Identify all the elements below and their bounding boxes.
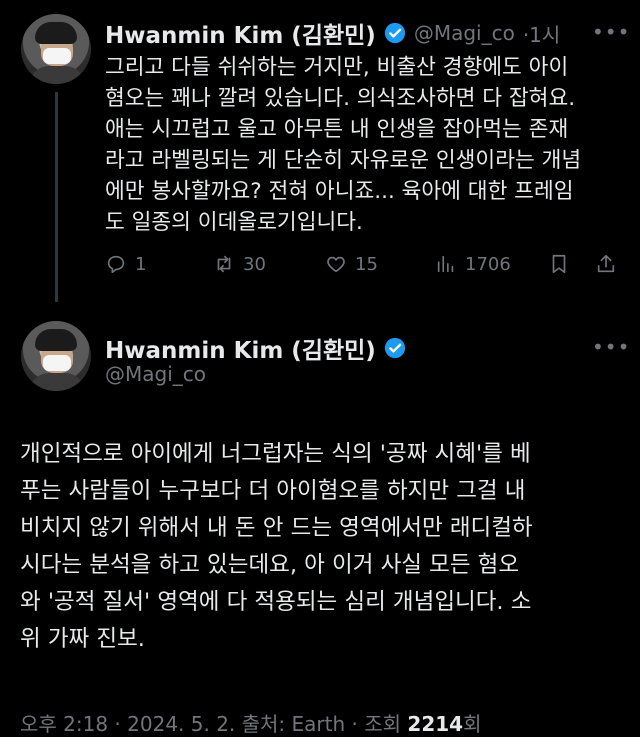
retweet-icon [217,255,231,273]
author-handle[interactable]: @Magi_co [105,362,206,386]
retweet-count: 30 [243,253,266,275]
tweet-time[interactable]: ·1시 [523,19,560,48]
tweet1-actions: 1 30 15 1706 [105,253,625,281]
tweet2-header: Hwanmin Kim (김환민) [105,331,406,365]
share-icon [597,254,615,273]
tweet1-text: 그리고 다들 쉬쉬하는 거지만, 비출산 경향에도 아이 혐오는 꽤나 깔려 있… [105,55,582,235]
reply-count: 1 [135,253,147,275]
views-count: 2214 [407,712,464,736]
verified-badge-icon [384,337,405,359]
more-icon[interactable]: ••• [592,335,630,359]
like-count: 15 [355,253,378,275]
author-name[interactable]: Hwanmin Kim (김환민) [105,331,376,365]
heart-icon [327,256,345,273]
tweet2-text: 개인적으로 아이에게 너그럽자는 식의 '공짜 시혜'를 베 푸는 사람들이 누… [20,441,533,652]
retweet-button[interactable]: 30 [213,253,266,275]
reply-button[interactable]: 1 [105,253,146,275]
verified-badge-icon [384,22,405,44]
views-bar-icon [437,255,454,273]
avatar[interactable] [21,321,91,391]
tweet2-meta: 오후 2:18 · 2024. 5. 2. 출처: Earth · 조회 221… [20,708,481,737]
bookmark-button[interactable] [548,253,570,275]
views-suffix: 회 [463,712,482,736]
share-button[interactable] [595,253,617,275]
avatar[interactable] [21,14,91,84]
bookmark-icon [552,254,566,274]
views-button[interactable]: 1706 [435,253,511,275]
author-name[interactable]: Hwanmin Kim (김환민) [105,16,376,50]
views-count: 1706 [465,253,511,275]
reply-icon [107,255,125,274]
tweet1-header: Hwanmin Kim (김환민) @Magi_co ·1시 [105,16,560,50]
author-handle[interactable]: @Magi_co [414,21,515,45]
thread-line [55,92,58,302]
more-icon[interactable]: ••• [592,20,630,44]
like-button[interactable]: 15 [325,253,378,275]
timestamp-source[interactable]: 오후 2:18 · 2024. 5. 2. 출처: Earth · 조회 [20,712,407,736]
